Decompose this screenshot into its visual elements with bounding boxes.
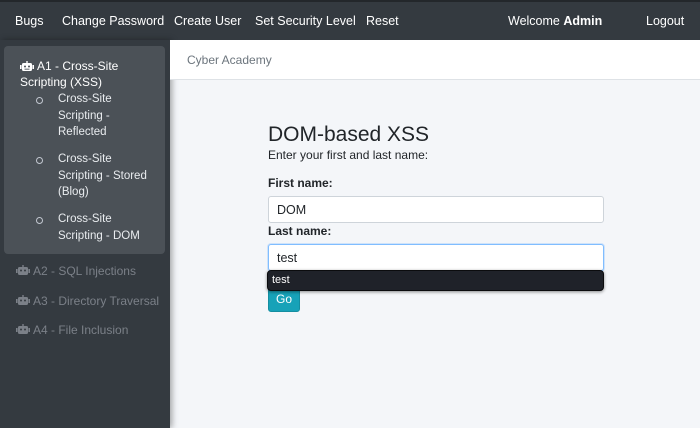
robot-icon (16, 265, 30, 275)
page-subtitle: Enter your first and last name: (268, 148, 429, 162)
welcome-user: Admin (563, 14, 603, 28)
nav-reset[interactable]: Reset (366, 14, 399, 28)
sidebar-subitem-label: Cross-Site Scripting - Reflected (58, 93, 112, 138)
first-name-label: First name: (268, 176, 333, 190)
nav-change-password[interactable]: Change Password (62, 14, 164, 28)
sidebar-item-xss[interactable]: A1 - Cross-Site Scripting (XSS) (20, 58, 165, 90)
last-name-label: Last name: (268, 224, 332, 238)
first-name-input[interactable] (268, 196, 604, 223)
brand-title: Cyber Academy (187, 53, 272, 67)
nav-logout[interactable]: Logout (646, 14, 684, 28)
circle-bullet-icon (36, 157, 43, 164)
sidebar-item-directory-traversal[interactable]: A3 - Directory Traversal (16, 294, 159, 308)
sidebar-subitem-label: Cross-Site Scripting - DOM (58, 213, 140, 242)
sidebar-item-label: A2 - SQL Injections (33, 264, 136, 278)
sidebar-item-label: A3 - Directory Traversal (33, 294, 160, 308)
circle-bullet-icon (36, 97, 43, 104)
sidebar-item-sql-injections[interactable]: A2 - SQL Injections (16, 264, 136, 278)
sidebar: A1 - Cross-Site Scripting (XSS) Cross-Si… (0, 40, 170, 428)
last-name-input[interactable] (268, 244, 604, 271)
sidebar-item-xss-label: A1 - Cross-Site Scripting (XSS) (20, 59, 119, 89)
sidebar-subitem-xss-dom[interactable]: Cross-Site Scripting - DOM (36, 211, 158, 244)
page-title: DOM-based XSS (268, 123, 430, 146)
robot-icon (16, 324, 30, 334)
sidebar-item-file-inclusion[interactable]: A4 - File Inclusion (16, 323, 128, 337)
nav-bugs[interactable]: Bugs (15, 14, 44, 28)
sidebar-group-xss: A1 - Cross-Site Scripting (XSS) Cross-Si… (4, 46, 165, 254)
sidebar-subitem-xss-reflected[interactable]: Cross-Site Scripting - Reflected (36, 91, 158, 141)
top-navbar: Bugs Change Password Create User Set Sec… (0, 0, 700, 40)
nav-create-user[interactable]: Create User (174, 14, 241, 28)
autocomplete-option[interactable]: test (272, 274, 290, 286)
sidebar-item-label: A4 - File Inclusion (33, 323, 129, 337)
sidebar-subitem-label: Cross-Site Scripting - Stored (Blog) (58, 153, 147, 198)
nav-set-security-level[interactable]: Set Security Level (255, 14, 356, 28)
autocomplete-dropdown: test (267, 270, 604, 291)
circle-bullet-icon (36, 217, 43, 224)
content-header: Cyber Academy (170, 40, 700, 80)
robot-icon (16, 295, 30, 305)
welcome-prefix: Welcome (508, 14, 560, 28)
sidebar-subitem-xss-stored[interactable]: Cross-Site Scripting - Stored (Blog) (36, 151, 158, 201)
robot-icon (20, 61, 34, 71)
welcome-text: Welcome Admin (508, 14, 602, 28)
